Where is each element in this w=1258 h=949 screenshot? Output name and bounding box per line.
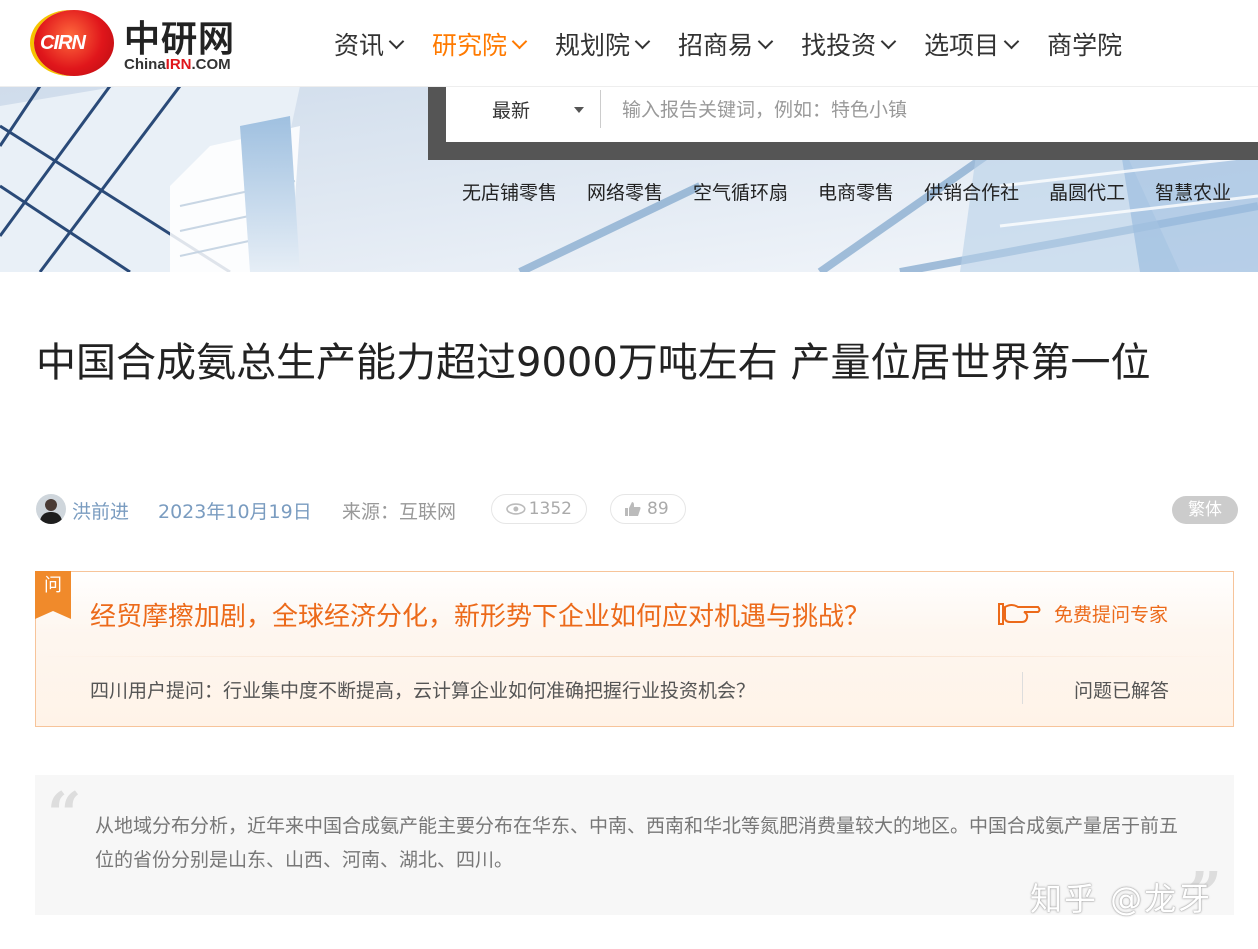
like-button[interactable]: 89: [610, 494, 686, 524]
logo-en-text: ChinaIRN.COM: [124, 56, 231, 73]
open-quote-icon: “: [47, 780, 82, 850]
search-separator: [600, 90, 601, 128]
pointing-hand-icon: [998, 602, 1041, 625]
author-name[interactable]: 洪前进: [72, 497, 129, 524]
caret-down-icon[interactable]: [574, 107, 584, 113]
article-source: 来源：互联网: [342, 501, 457, 523]
ask-vertical-separator: [1022, 672, 1023, 704]
ask-expert-box: 问 经贸摩擦加剧，全球经济分化，新形势下企业如何应对机遇与挑战？ 免费提问专家 …: [35, 571, 1234, 727]
article-meta: 洪前进 2023年10月19日 来源：互联网 1352 89 繁体: [36, 494, 1238, 526]
site-header: CIRN 中研网 ChinaIRN.COM 资讯 研究院 规划院 招商易 找投资…: [0, 0, 1258, 87]
hot-keyword-link[interactable]: 网络零售: [587, 178, 663, 205]
hot-keyword-link[interactable]: 晶圆代工: [1049, 178, 1125, 205]
chevron-down-icon: [388, 33, 405, 49]
chevron-down-icon: [511, 33, 528, 49]
search-bar: 最新: [428, 86, 1258, 160]
nav-item-find-investment[interactable]: 找投资: [801, 26, 897, 62]
nav-item-planning[interactable]: 规划院: [555, 26, 651, 62]
hot-keyword-link[interactable]: 智慧农业: [1155, 178, 1231, 205]
logo-cn-text: 中研网: [124, 19, 236, 60]
search-input[interactable]: [620, 92, 1224, 128]
logo-badge-icon: CIRN: [34, 10, 114, 76]
watermark: 知乎 @龙牙: [1030, 880, 1213, 918]
thumbs-up-icon: [625, 502, 641, 516]
hot-keyword-link[interactable]: 供销合作社: [924, 178, 1019, 205]
article-title: 中国合成氨总生产能力超过9000万吨左右 产量位居世界第一位: [36, 340, 1151, 386]
ask-expert-link[interactable]: 免费提问专家: [998, 600, 1168, 627]
chevron-down-icon: [880, 33, 897, 49]
summary-text: 从地域分布分析，近年来中国合成氨产能主要分布在华东、中南、西南和华北等氮肥消费量…: [95, 815, 1179, 871]
search-category-select[interactable]: 最新: [492, 96, 530, 123]
traditional-chinese-toggle[interactable]: 繁体: [1172, 496, 1238, 524]
chevron-down-icon: [757, 33, 774, 49]
featured-question[interactable]: 经贸摩擦加剧，全球经济分化，新形势下企业如何应对机遇与挑战？: [90, 596, 870, 633]
hot-keyword-link[interactable]: 空气循环扇: [693, 178, 788, 205]
nav-item-news[interactable]: 资讯: [334, 26, 405, 62]
eye-icon: [506, 503, 526, 515]
hot-keyword-link[interactable]: 无店铺零售: [462, 178, 557, 205]
author-avatar[interactable]: [36, 494, 66, 524]
chevron-down-icon: [1003, 33, 1020, 49]
user-question[interactable]: 四川用户提问：行业集中度不断提高，云计算企业如何准确把握行业投资机会？: [90, 676, 755, 703]
hot-keyword-link[interactable]: 电商零售: [818, 178, 894, 205]
nav-item-investment-attraction[interactable]: 招商易: [678, 26, 774, 62]
site-logo[interactable]: CIRN 中研网 ChinaIRN.COM: [34, 6, 244, 80]
answered-status-link[interactable]: 问题已解答: [1074, 676, 1169, 703]
search-box: 最新: [446, 86, 1258, 142]
chevron-down-icon: [634, 33, 651, 49]
nav-item-research[interactable]: 研究院: [432, 26, 528, 62]
question-tag: 问: [35, 571, 71, 619]
ask-divider: [36, 656, 1233, 657]
main-nav: 资讯 研究院 规划院 招商易 找投资 选项目 商学院: [334, 26, 1122, 62]
nav-item-select-project[interactable]: 选项目: [924, 26, 1020, 62]
view-count: 1352: [491, 494, 587, 524]
nav-item-business-school[interactable]: 商学院: [1047, 26, 1122, 62]
hot-keywords: 无店铺零售 网络零售 空气循环扇 电商零售 供销合作社 晶圆代工 智慧农业: [462, 178, 1258, 205]
publish-date: 2023年10月19日: [158, 501, 312, 523]
